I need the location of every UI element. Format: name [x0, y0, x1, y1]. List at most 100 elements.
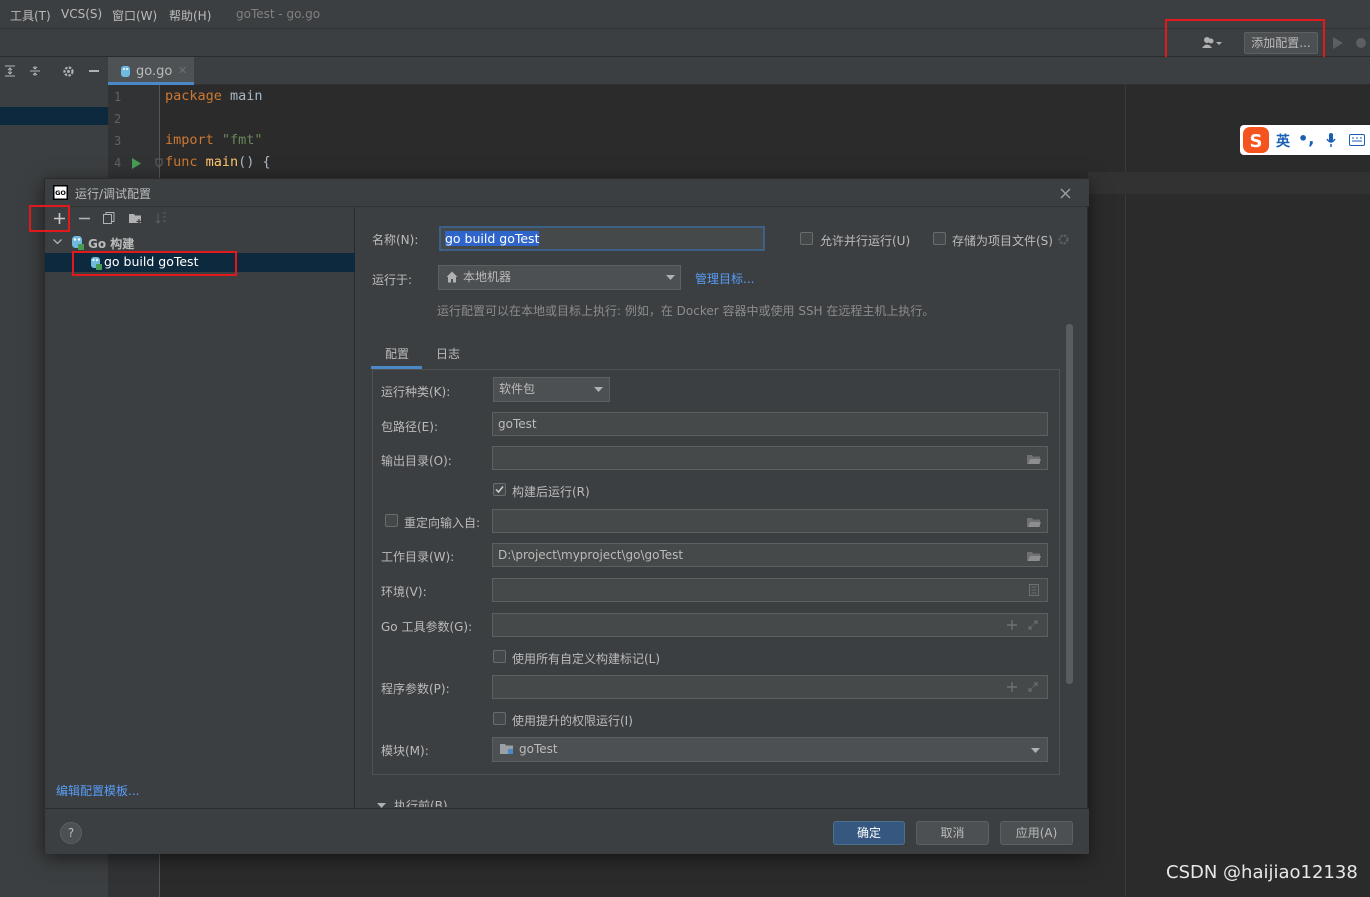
allow-parallel-checkbox[interactable] — [800, 232, 813, 245]
collapse-all-icon[interactable] — [27, 63, 43, 79]
use-custom-tags-label: 使用所有自定义构建标记(L) — [512, 652, 661, 666]
output-dir-input[interactable] — [492, 446, 1048, 470]
help-button[interactable]: ? — [60, 822, 82, 844]
working-dir-value: D:\project\myproject\go\goTest — [498, 548, 684, 562]
chevron-down-icon[interactable] — [664, 272, 676, 282]
env-label: 环境(V): — [381, 585, 427, 599]
run-after-build-label: 构建后运行(R) — [512, 485, 590, 499]
run-on-dropdown[interactable]: 本地机器 — [438, 265, 681, 290]
minimize-icon[interactable] — [86, 63, 102, 79]
sort-icon[interactable] — [153, 210, 169, 226]
project-toolbar — [0, 57, 108, 85]
tab-config[interactable]: 配置 — [385, 345, 409, 362]
cancel-button[interactable]: 取消 — [916, 821, 989, 845]
line-number: 1 — [114, 90, 122, 104]
copy-icon[interactable] — [101, 210, 117, 226]
plus-icon[interactable] — [1006, 681, 1018, 693]
ime-toolbar: S 英 •, — [1240, 125, 1370, 155]
ime-lang-toggle[interactable]: 英 — [1276, 131, 1290, 151]
go-file-icon — [118, 64, 132, 78]
apply-button[interactable]: 应用(A) — [1000, 821, 1073, 845]
folder-icon[interactable] — [1026, 515, 1042, 529]
before-launch-section[interactable]: 执行前(B) — [363, 795, 1063, 807]
tab-logs[interactable]: 日志 — [436, 345, 460, 362]
project-tree-selection[interactable] — [0, 107, 108, 125]
run-after-build-checkbox[interactable] — [493, 483, 506, 496]
run-kind-label: 运行种类(K): — [381, 385, 451, 399]
remove-icon[interactable] — [76, 210, 92, 226]
dialog-title: 运行/调试配置 — [75, 187, 152, 201]
store-as-project-label: 存储为项目文件(S) — [952, 234, 1053, 248]
run-on-value: 本地机器 — [463, 270, 512, 284]
home-icon — [445, 270, 459, 284]
use-custom-tags-checkbox[interactable] — [493, 650, 506, 663]
gear-icon[interactable] — [1055, 231, 1071, 247]
folder-icon[interactable] — [1026, 549, 1042, 563]
program-args-label: 程序参数(P): — [381, 682, 450, 696]
chevron-down-icon[interactable] — [592, 384, 604, 394]
keyboard-icon[interactable] — [1348, 133, 1366, 147]
punct-icon[interactable]: •, — [1298, 129, 1314, 148]
expand-all-icon[interactable] — [2, 63, 18, 79]
svg-text:GO: GO — [55, 189, 66, 197]
output-dir-label: 输出目录(O): — [381, 454, 452, 468]
edit-templates-link[interactable]: 编辑配置模板... — [56, 782, 139, 799]
line-number: 2 — [114, 112, 122, 126]
chevron-down-icon[interactable] — [1029, 745, 1041, 755]
expand-icon[interactable] — [1027, 681, 1039, 693]
folder-icon[interactable] — [1026, 452, 1042, 466]
run-kind-value: 软件包 — [499, 382, 536, 396]
expand-icon[interactable] — [1027, 619, 1039, 631]
editor-tab-bar — [0, 57, 1370, 85]
line-number: 3 — [114, 134, 122, 148]
menu-vcs[interactable]: VCS(S) — [61, 7, 102, 21]
redirect-input-field[interactable] — [492, 509, 1048, 533]
tab-close-icon[interactable]: ✕ — [178, 64, 187, 77]
config-tree-panel: Go 构建 go build goTest 编辑配置模板... — [45, 207, 355, 808]
redirect-input-label: 重定向输入自: — [404, 516, 481, 530]
line-number: 4 — [114, 156, 122, 170]
menu-tools[interactable]: 工具(T) — [10, 7, 51, 24]
program-args-input[interactable] — [492, 675, 1048, 699]
run-icon[interactable] — [1330, 34, 1346, 52]
module-folder-icon — [499, 742, 515, 756]
fold-icon[interactable] — [154, 157, 164, 169]
tree-group-go-build[interactable]: Go 构建 — [88, 235, 134, 252]
right-margin-guide — [1125, 85, 1126, 897]
folder-add-icon[interactable] — [128, 210, 144, 226]
package-path-input[interactable]: goTest — [492, 412, 1048, 436]
menu-window[interactable]: 窗口(W) — [112, 7, 157, 24]
store-as-project-checkbox[interactable] — [933, 232, 946, 245]
chevron-down-icon[interactable] — [51, 236, 63, 248]
env-input[interactable] — [492, 578, 1048, 602]
module-dropdown[interactable]: goTest — [492, 737, 1048, 762]
run-gutter-icon[interactable] — [130, 156, 142, 170]
debug-icon[interactable] — [1352, 34, 1370, 52]
run-on-label: 运行于: — [372, 273, 413, 287]
elevated-checkbox[interactable] — [493, 712, 506, 725]
sogou-logo-icon[interactable]: S — [1241, 125, 1271, 155]
menu-help[interactable]: 帮助(H) — [169, 7, 211, 24]
module-value: goTest — [519, 742, 558, 756]
gear-icon[interactable] — [60, 63, 76, 79]
go-tool-args-input[interactable] — [492, 613, 1048, 637]
redirect-input-checkbox[interactable] — [385, 514, 398, 527]
manage-targets-link[interactable]: 管理目标... — [695, 270, 754, 287]
document-icon[interactable] — [1027, 583, 1041, 597]
package-path-value: goTest — [498, 417, 537, 431]
name-input-value: go build goTest — [445, 231, 540, 246]
working-dir-label: 工作目录(W): — [381, 550, 455, 564]
run-on-hint: 运行配置可以在本地或目标上执行: 例如，在 Docker 容器中或使用 SSH … — [437, 304, 935, 318]
working-dir-input[interactable]: D:\project\myproject\go\goTest — [492, 543, 1048, 567]
caret-row-highlight — [1088, 172, 1370, 194]
tab-go-file[interactable]: go.go ✕ — [108, 57, 194, 85]
run-debug-config-dialog: GO 运行/调试配置 Go 构建 go build goTest 编辑配置模板.… — [44, 178, 1089, 854]
package-path-label: 包路径(E): — [381, 420, 438, 434]
scrollbar-thumb[interactable] — [1066, 324, 1073, 684]
plus-icon[interactable] — [1006, 619, 1018, 631]
close-icon[interactable] — [1057, 185, 1073, 201]
name-input[interactable]: go build goTest — [439, 226, 765, 251]
microphone-icon[interactable] — [1324, 132, 1338, 148]
elevated-label: 使用提升的权限运行(I) — [512, 714, 633, 728]
ok-button[interactable]: 确定 — [833, 821, 905, 845]
